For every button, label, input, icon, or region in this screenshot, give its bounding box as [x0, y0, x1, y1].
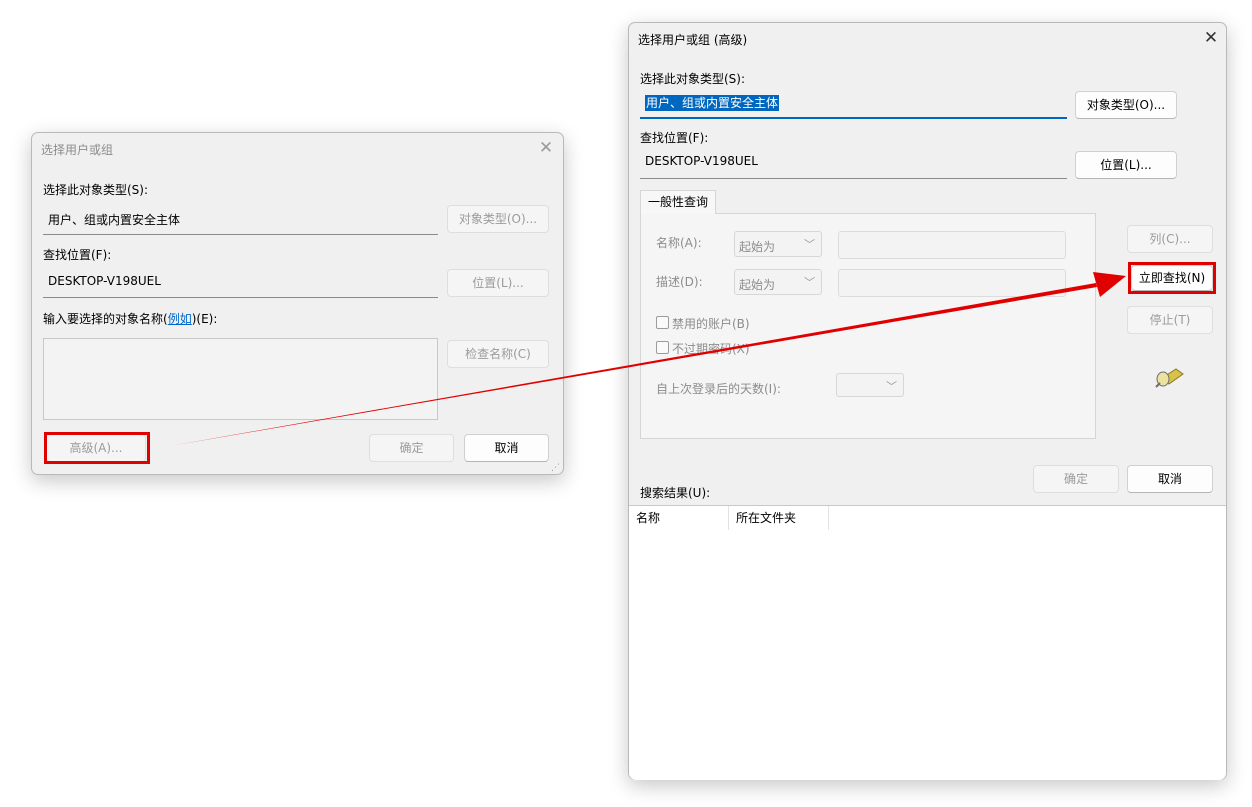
- description-label: 描述(D):: [656, 275, 703, 289]
- location-label: 查找位置(F):: [640, 131, 709, 145]
- object-names-label-prefix: 输入要选择的对象名称(: [43, 312, 168, 326]
- dialog-titlebar[interactable]: 选择用户或组 ✕: [32, 133, 563, 163]
- check-names-button[interactable]: 检查名称(C): [447, 340, 549, 368]
- cancel-button[interactable]: 取消: [464, 434, 549, 462]
- object-type-field: 用户、组或内置安全主体: [43, 205, 438, 235]
- object-names-label-suffix: )(E):: [191, 312, 218, 326]
- locations-button[interactable]: 位置(L)...: [1075, 151, 1177, 179]
- select-users-dialog: 选择用户或组 ✕ 选择此对象类型(S): 用户、组或内置安全主体 对象类型(O)…: [31, 132, 564, 475]
- object-type-field: 用户、组或内置安全主体: [640, 91, 1067, 119]
- object-type-label: 选择此对象类型(S):: [640, 72, 746, 86]
- location-field: DESKTOP-V198UEL: [43, 268, 438, 298]
- stop-button[interactable]: 停止(T): [1127, 306, 1213, 334]
- name-match-select[interactable]: 起始为 ﹀: [734, 231, 822, 257]
- dialog-titlebar[interactable]: 选择用户或组 (高级) ✕: [629, 23, 1226, 53]
- chevron-down-icon: ﹀: [804, 276, 815, 289]
- columns-button[interactable]: 列(C)...: [1127, 225, 1213, 253]
- results-header: 名称 所在文件夹: [629, 506, 829, 530]
- days-since-logon-select[interactable]: ﹀: [836, 373, 904, 397]
- cancel-button[interactable]: 取消: [1127, 465, 1213, 493]
- object-names-input[interactable]: [43, 338, 438, 420]
- find-now-highlight-box: [1128, 262, 1216, 294]
- name-label: 名称(A):: [656, 236, 702, 250]
- location-label: 查找位置(F):: [43, 248, 112, 262]
- chevron-down-icon: ﹀: [886, 380, 897, 393]
- column-header-folder[interactable]: 所在文件夹: [729, 506, 829, 530]
- object-types-button[interactable]: 对象类型(O)...: [1075, 91, 1177, 119]
- column-header-name[interactable]: 名称: [629, 506, 729, 530]
- close-icon[interactable]: ✕: [532, 137, 560, 159]
- name-match-value: 起始为: [739, 240, 776, 254]
- dialog-title: 选择用户或组 (高级): [638, 33, 748, 47]
- select-users-advanced-dialog: 选择用户或组 (高级) ✕ 选择此对象类型(S): 用户、组或内置安全主体 对象…: [628, 22, 1227, 780]
- tab-label: 一般性查询: [647, 195, 708, 209]
- dialog-title: 选择用户或组: [41, 143, 114, 157]
- disabled-accounts-checkbox[interactable]: [656, 316, 669, 329]
- locations-button[interactable]: 位置(L)...: [447, 269, 549, 297]
- search-flashlight-icon: [1155, 368, 1184, 388]
- close-icon[interactable]: ✕: [1197, 27, 1225, 49]
- ok-button[interactable]: 确定: [369, 434, 454, 462]
- non-expiring-password-label: 不过期密码(X): [672, 342, 750, 356]
- object-types-button[interactable]: 对象类型(O)...: [447, 205, 549, 233]
- location-field: DESKTOP-V198UEL: [640, 151, 1067, 179]
- resize-grip-icon[interactable]: ⋰: [551, 463, 560, 473]
- ok-button[interactable]: 确定: [1033, 465, 1119, 493]
- description-match-select[interactable]: 起始为 ﹀: [734, 269, 822, 295]
- days-since-logon-label: 自上次登录后的天数(I):: [656, 382, 781, 396]
- object-type-value: 用户、组或内置安全主体: [645, 95, 780, 111]
- search-results-list[interactable]: 名称 所在文件夹: [629, 505, 1226, 780]
- chevron-down-icon: ﹀: [804, 238, 815, 251]
- disabled-accounts-label: 禁用的账户(B): [672, 317, 750, 331]
- search-results-label: 搜索结果(U):: [640, 486, 711, 500]
- description-match-value: 起始为: [739, 278, 776, 292]
- name-input[interactable]: [838, 231, 1066, 259]
- description-input[interactable]: [838, 269, 1066, 297]
- common-queries-panel: 名称(A): 起始为 ﹀ 描述(D): 起始为 ﹀ 禁用的账户(B) 不过期密码…: [640, 213, 1096, 439]
- non-expiring-password-checkbox[interactable]: [656, 341, 669, 354]
- examples-link[interactable]: 例如: [168, 312, 192, 326]
- advanced-highlight-box: [44, 432, 150, 464]
- object-type-label: 选择此对象类型(S):: [43, 183, 149, 197]
- tab-common-queries[interactable]: 一般性查询: [640, 190, 716, 214]
- object-names-label: 输入要选择的对象名称(例如)(E):: [43, 310, 217, 327]
